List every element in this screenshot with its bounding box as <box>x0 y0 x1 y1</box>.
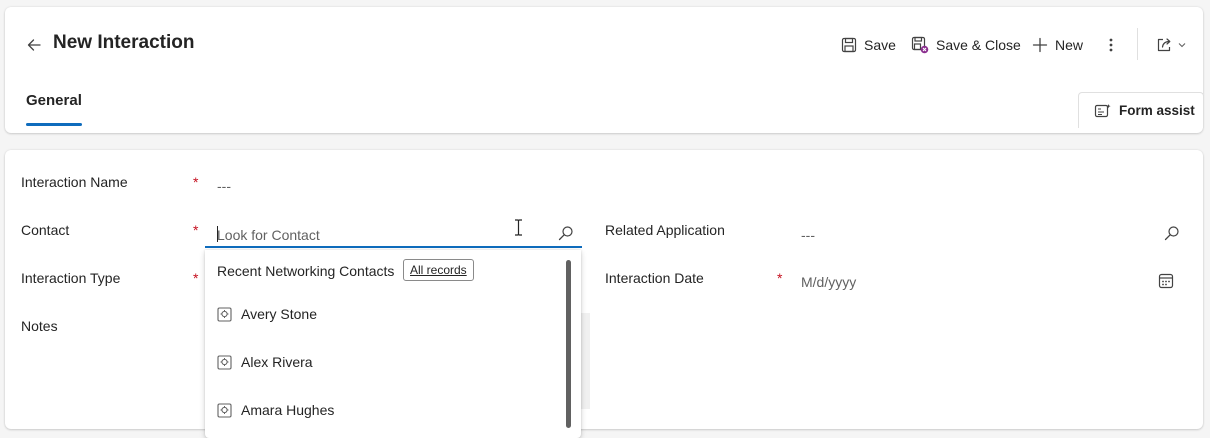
contact-record-icon <box>217 306 232 322</box>
save-and-close-button[interactable]: Save & Close <box>911 33 1021 57</box>
form-section <box>5 150 1203 429</box>
back-button[interactable] <box>23 34 45 56</box>
form-assist-icon <box>1094 103 1111 117</box>
save-label: Save <box>864 37 896 53</box>
interaction-name-label: Interaction Name <box>21 174 128 190</box>
required-indicator: * <box>193 174 199 190</box>
lookup-result-name: Alex Rivera <box>241 354 313 370</box>
required-indicator: * <box>193 270 199 286</box>
command-divider <box>1137 28 1138 60</box>
dropdown-heading: Recent Networking Contacts <box>217 263 395 279</box>
text-cursor-icon <box>515 219 522 236</box>
lookup-result-name: Avery Stone <box>241 306 318 322</box>
save-button[interactable]: Save <box>841 33 896 57</box>
related-application-label: Related Application <box>605 222 725 238</box>
new-label: New <box>1055 37 1084 53</box>
form-assist-label: Form assist <box>1119 103 1195 118</box>
contact-lookup-dropdown: Recent Networking Contacts All records A… <box>205 250 581 438</box>
contact-record-icon <box>217 402 232 418</box>
tab-general[interactable]: General <box>26 92 82 121</box>
search-icon[interactable] <box>558 225 574 241</box>
more-commands-button[interactable] <box>1105 33 1117 57</box>
interaction-name-field[interactable]: --- <box>217 178 231 194</box>
related-application-field[interactable]: --- <box>801 227 815 243</box>
active-tab-indicator <box>26 123 82 126</box>
arrow-left-icon <box>27 39 41 51</box>
plus-icon <box>1032 37 1048 53</box>
more-vertical-icon <box>1109 38 1113 52</box>
form-header: New Interaction Save Save & Close New Ge… <box>5 7 1203 133</box>
text-caret <box>217 226 218 242</box>
required-indicator: * <box>193 222 199 238</box>
share-button[interactable] <box>1156 33 1186 57</box>
calendar-icon[interactable] <box>1158 273 1174 289</box>
save-close-icon <box>911 36 929 54</box>
lookup-result-name: Amara Hughes <box>241 402 335 418</box>
lookup-result-item[interactable]: Alex Rivera <box>205 342 563 382</box>
interaction-date-field[interactable]: M/d/yyyy <box>801 274 856 290</box>
contact-label: Contact <box>21 222 70 238</box>
dropdown-scrollbar[interactable] <box>566 260 571 428</box>
search-icon[interactable] <box>1164 225 1180 241</box>
notes-label: Notes <box>21 318 58 334</box>
lookup-result-item[interactable]: Avery Stone <box>205 294 563 334</box>
lookup-result-item[interactable]: Amara Hughes <box>205 390 563 430</box>
contact-record-icon <box>217 354 232 370</box>
form-assist-button[interactable]: Form assist <box>1078 92 1204 128</box>
save-close-label: Save & Close <box>936 37 1021 53</box>
new-button[interactable]: New <box>1032 33 1083 57</box>
interaction-type-label: Interaction Type <box>21 270 121 286</box>
contact-lookup-input[interactable] <box>205 220 582 248</box>
notes-textarea[interactable] <box>580 313 590 409</box>
chevron-down-icon <box>1178 43 1186 48</box>
save-icon <box>841 37 857 53</box>
required-indicator: * <box>777 270 783 286</box>
all-records-button[interactable]: All records <box>403 259 474 281</box>
page-title: New Interaction <box>53 32 195 53</box>
interaction-date-label: Interaction Date <box>605 270 704 286</box>
share-icon <box>1157 38 1171 52</box>
